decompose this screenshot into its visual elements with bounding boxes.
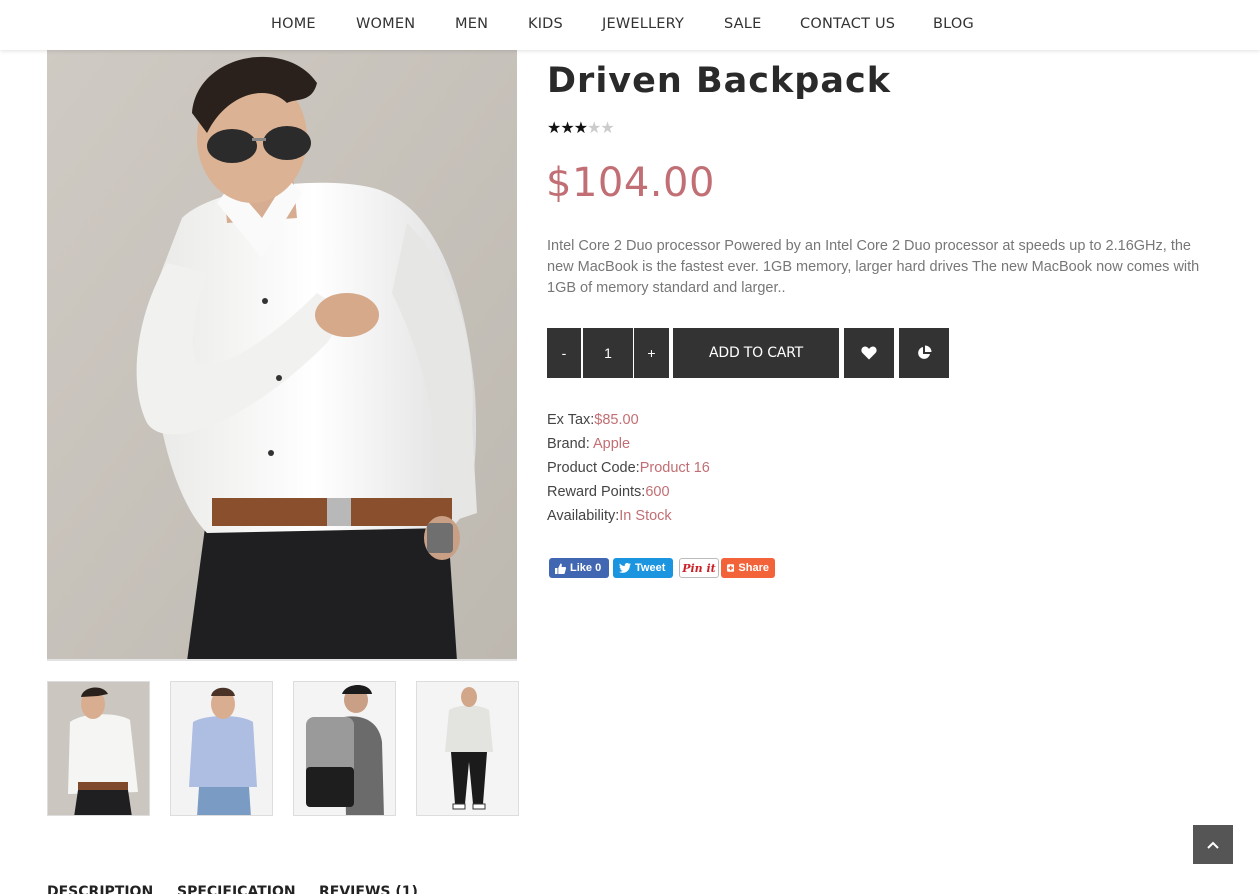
nav-men[interactable]: MEN [455, 16, 488, 32]
spec-brand: Brand: Apple [547, 436, 630, 452]
thumbnail-backpack-image [294, 682, 395, 815]
star-empty-icon: ★ [600, 120, 614, 137]
share-button[interactable]: Share [721, 558, 775, 578]
spec-label: Brand: [547, 436, 593, 452]
nav-home[interactable]: HOME [271, 16, 316, 32]
thumbnail-3[interactable] [293, 681, 396, 816]
tab-reviews[interactable]: REVIEWS (1) [319, 884, 418, 894]
thumbnail-1[interactable] [47, 681, 150, 816]
nav-contact-us[interactable]: CONTACT US [800, 16, 895, 32]
star-filled-icon: ★ [573, 120, 588, 137]
pin-label: Pin it [682, 561, 716, 575]
tweet-label: Tweet [635, 562, 666, 574]
thumbnail-4[interactable] [416, 681, 519, 816]
spec-label: Availability: [547, 508, 620, 524]
nav-sale[interactable]: SALE [724, 16, 761, 32]
spec-value: 600 [645, 484, 670, 500]
thumbnail-2[interactable] [170, 681, 273, 816]
star-empty-icon: ★ [587, 120, 601, 137]
heart-icon [861, 346, 877, 360]
like-label: Like 0 [570, 562, 602, 574]
tab-description[interactable]: DESCRIPTION [47, 884, 153, 894]
spec-label: Ex Tax: [547, 412, 595, 428]
tweet-button[interactable]: Tweet [613, 558, 673, 578]
spec-reward-points: Reward Points:600 [547, 484, 670, 500]
brand-link[interactable]: Apple [593, 436, 630, 452]
nav-jewellery[interactable]: JEWELLERY [602, 16, 684, 32]
main-product-image[interactable] [47, 43, 517, 661]
thumbnail-sweater-image [417, 682, 518, 815]
facebook-like-button[interactable]: Like 0 [549, 558, 609, 578]
product-rating: ★★★★★ [547, 118, 615, 138]
spec-value: $85.00 [594, 412, 639, 428]
plus-box-icon [727, 564, 735, 572]
thumbs-up-icon [555, 563, 566, 574]
product-title: Driven Backpack [547, 61, 891, 101]
nav-kids[interactable]: KIDS [528, 16, 563, 32]
chevron-up-icon [1207, 841, 1219, 849]
add-to-wishlist-button[interactable] [844, 328, 894, 378]
pinterest-pin-button[interactable]: Pin it [679, 558, 719, 578]
add-to-cart-button[interactable]: ADD TO CART [673, 328, 839, 378]
product-description: Intel Core 2 Duo processor Powered by an… [547, 238, 1200, 296]
spec-product-code: Product Code:Product 16 [547, 460, 710, 476]
spec-label: Reward Points: [547, 484, 646, 500]
spec-label: Product Code: [547, 460, 640, 476]
product-price: $104.00 [546, 160, 715, 206]
thumbnail-white-shirt-image [48, 682, 149, 815]
pie-chart-icon [918, 345, 932, 359]
nav-women[interactable]: WOMEN [356, 16, 415, 32]
twitter-bird-icon [619, 563, 631, 573]
model-white-shirt-image [47, 43, 517, 659]
nav-blog[interactable]: BLOG [933, 16, 974, 32]
thumbnail-blue-shirt-image [171, 682, 272, 815]
star-filled-icon: ★ [547, 120, 561, 137]
quantity-input[interactable] [583, 328, 633, 378]
compare-button[interactable] [899, 328, 949, 378]
spec-availability: Availability:In Stock [547, 508, 672, 524]
top-navigation: HOME WOMEN MEN KIDS JEWELLERY SALE CONTA… [0, 0, 1260, 50]
spec-ex-tax: Ex Tax:$85.00 [547, 412, 639, 428]
tab-specification[interactable]: SPECIFICATION [177, 884, 296, 894]
spec-value: Product 16 [639, 460, 710, 476]
star-filled-icon: ★ [560, 120, 574, 137]
share-label: Share [738, 562, 769, 574]
spec-value: In Stock [619, 508, 672, 524]
scroll-to-top-button[interactable] [1193, 825, 1233, 864]
quantity-decrease-button[interactable]: - [547, 328, 581, 378]
quantity-increase-button[interactable]: + [634, 328, 669, 378]
